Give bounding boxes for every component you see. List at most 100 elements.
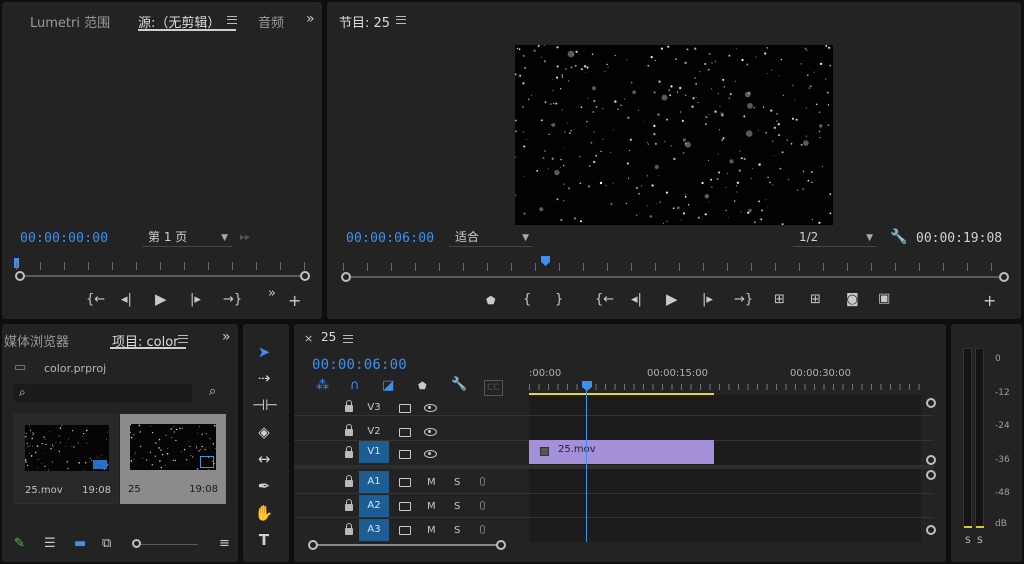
film-icon[interactable] [399,428,411,437]
icon-view-icon[interactable]: ▬ [74,537,86,551]
tab-lumetri-scopes[interactable]: Lumetri 范围 [30,12,110,31]
go-to-in-icon[interactable]: {← [595,293,614,307]
lock-icon[interactable] [345,400,353,412]
comparison-view-icon[interactable]: ▣ [878,292,890,306]
hand-tool-icon[interactable]: ✋ [252,502,276,524]
lift-icon[interactable]: ⊞ [774,293,785,307]
eye-icon[interactable] [424,404,437,412]
video-scroll-knob-bottom[interactable] [926,455,936,465]
eye-icon[interactable] [424,428,437,436]
lock-icon[interactable] [345,499,353,511]
step-back-icon[interactable]: ◂| [631,293,642,307]
step-forward-icon[interactable]: |▸ [702,293,713,307]
search-field[interactable]: ⌕ [14,384,192,402]
go-to-out-icon[interactable]: →} [734,293,753,307]
program-scrollbar[interactable] [349,276,999,278]
snap-icon[interactable]: ∩ [350,379,360,393]
timeline-h-knob-left[interactable] [308,540,318,550]
lock-icon[interactable] [345,523,353,535]
timeline-timecode[interactable]: 00:00:06:00 [312,357,407,373]
clip[interactable]: 25.mov [529,440,714,464]
program-scroll-knob-left[interactable] [341,272,351,282]
more-panels-icon[interactable]: » [306,12,315,26]
more-panels-icon[interactable]: » [222,330,231,344]
add-button-icon[interactable]: + [983,293,996,309]
video-scroll-knob-top[interactable] [926,398,936,408]
step-back-icon[interactable]: ◂| [121,293,132,307]
solo-button[interactable]: S [454,525,460,536]
sort-icon[interactable]: ≡ [219,537,230,551]
captions-icon[interactable]: CC [484,380,503,396]
razor-tool-icon[interactable]: ◈ [252,421,276,443]
program-timecode[interactable]: 00:00:06:00 [346,231,434,246]
panel-menu-icon[interactable] [227,16,237,24]
step-forward-icon[interactable]: |▸ [190,293,201,307]
audio-scroll-knob-bottom[interactable] [926,525,936,535]
go-to-out-icon[interactable]: →} [223,293,242,307]
add-marker-icon[interactable]: ⬟ [486,294,496,308]
search-input[interactable] [34,385,184,400]
zoom-slider-knob[interactable] [132,539,141,548]
page-select[interactable]: 第 1 页 ▼ [142,229,232,247]
wrench-icon[interactable]: 🔧 [890,230,907,244]
program-title[interactable]: 节目: 25 [339,12,390,31]
mute-button[interactable]: M [427,525,436,536]
find-icon[interactable]: ⌕ [209,385,216,399]
project-item-1[interactable]: 25.mov 19:08 [14,414,118,504]
track-name[interactable]: A1 [359,471,389,493]
pen-tool-icon[interactable]: ✒ [252,475,276,497]
slip-tool-icon[interactable]: ↔ [252,448,276,470]
timeline-h-knob-right[interactable] [496,540,506,550]
extract-icon[interactable]: ⊞ [810,293,821,307]
more-buttons-icon[interactable]: » [268,287,276,301]
microphone-icon[interactable] [480,525,485,534]
track-name[interactable]: A2 [359,495,389,517]
go-to-in-icon[interactable]: {← [86,293,105,307]
fit-select[interactable]: 适合 ▼ [449,229,533,247]
mute-button[interactable]: M [427,501,436,512]
track-name[interactable]: A3 [359,519,389,541]
selection-tool-icon[interactable]: ➤ [252,341,276,363]
film-icon[interactable] [399,502,411,511]
audio-scroll-knob-top[interactable] [926,470,936,480]
eye-icon[interactable] [424,450,437,458]
type-tool-icon[interactable]: T [252,529,276,551]
source-scroll-knob-right[interactable] [300,271,310,281]
project-item-2[interactable]: 25 19:08 [120,414,226,504]
solo-button[interactable]: S [454,477,460,488]
add-button-icon[interactable]: + [288,293,301,309]
mark-out-icon[interactable]: } [555,293,563,307]
pencil-icon[interactable]: ✎ [14,537,25,551]
tab-audio[interactable]: 音频 [258,12,284,31]
add-marker-icon[interactable]: ⬟ [418,380,427,394]
source-scrollbar[interactable] [22,275,304,277]
panel-menu-icon[interactable] [178,335,188,343]
freeform-view-icon[interactable]: ⧉ [102,537,111,551]
film-icon[interactable] [399,526,411,535]
zoom-slider-track[interactable] [138,544,198,545]
film-icon[interactable] [399,450,411,459]
source-timecode[interactable]: 00:00:00:00 [20,231,108,246]
solo-button[interactable]: S [454,501,460,512]
nest-toggle-icon[interactable]: ⁂ [316,379,329,393]
mark-in-icon[interactable]: { [523,293,531,307]
panel-menu-icon[interactable] [396,16,406,24]
meter-solo-button[interactable]: S [965,536,971,546]
microphone-icon[interactable] [480,501,485,510]
source-scroll-knob-left[interactable] [15,271,25,281]
lock-icon[interactable] [345,475,353,487]
ripple-edit-tool-icon[interactable]: ⊣⊢ [252,394,278,416]
camera-icon[interactable]: ◙ [846,293,859,307]
meter-solo-button[interactable]: S [977,536,983,546]
tab-media-browser[interactable]: 媒体浏览器 [4,331,69,350]
track-select-tool-icon[interactable]: ⇢ [252,367,276,389]
mute-button[interactable]: M [427,477,436,488]
film-icon[interactable] [399,478,411,487]
timeline-h-scrollbar[interactable] [314,544,500,546]
linked-selection-icon[interactable]: ◪ [382,379,394,393]
lock-icon[interactable] [345,446,353,458]
sequence-tab[interactable]: 25 [321,330,336,344]
lock-icon[interactable] [345,424,353,436]
close-icon[interactable]: × [304,332,313,346]
list-view-icon[interactable]: ☰ [44,537,56,551]
